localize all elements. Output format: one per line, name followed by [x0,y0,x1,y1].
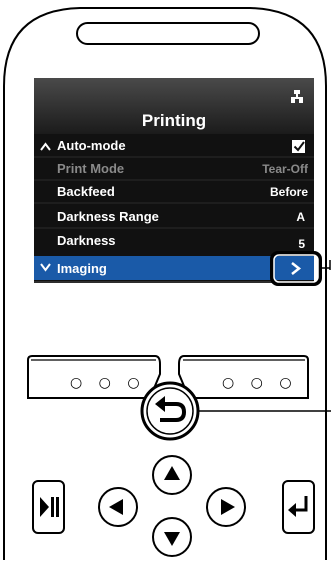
left-button[interactable] [98,487,138,527]
keypad-layer: ○ ○ ○ ○ ○ ○ [27,355,331,557]
softkey-right-label: ○ ○ ○ [222,375,298,391]
right-button[interactable] [206,487,246,527]
softkey-left-label: ○ ○ ○ [70,375,146,391]
down-button[interactable] [152,517,192,557]
play-pause-button[interactable] [32,480,65,534]
softkey-right-button[interactable]: ○ ○ ○ [178,355,309,399]
back-button[interactable] [140,381,200,441]
softkey-left-button[interactable]: ○ ○ ○ [27,355,161,399]
up-button[interactable] [152,455,192,495]
enter-button[interactable] [282,480,315,534]
